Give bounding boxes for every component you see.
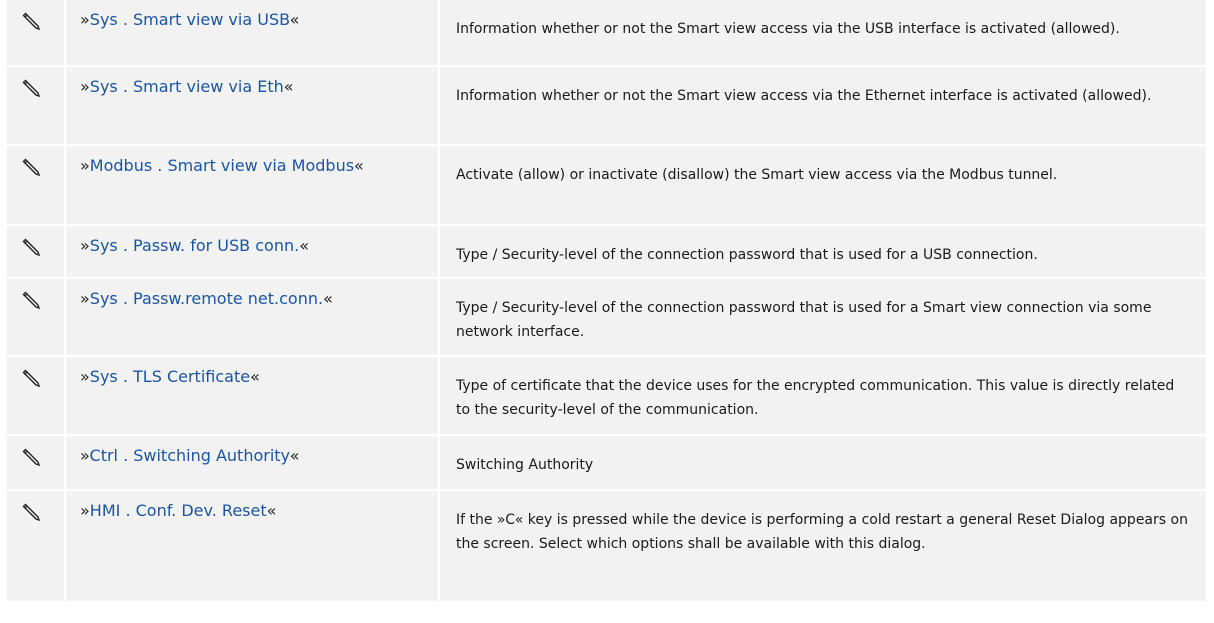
table-row: »Sys . Passw.remote net.conn.« Type / Se…: [7, 279, 1206, 357]
parameter-name: »Modbus . Smart view via Modbus«: [66, 146, 440, 226]
parameter-description: If the »C« key is pressed while the devi…: [440, 491, 1206, 601]
parameter-description: Activate (allow) or inactivate (disallow…: [440, 146, 1206, 226]
icon-cell: [7, 491, 66, 601]
pencil-icon: [22, 158, 41, 177]
parameter-name: »Sys . Passw.remote net.conn.«: [66, 279, 440, 357]
parameter-link[interactable]: Ctrl . Switching Authority: [90, 446, 290, 465]
icon-cell: [7, 357, 66, 436]
pencil-icon: [22, 79, 41, 98]
table-row: »Modbus . Smart view via Modbus« Activat…: [7, 146, 1206, 226]
parameter-name: »Sys . Passw. for USB conn.«: [66, 226, 440, 279]
parameter-link[interactable]: Sys . Smart view via USB: [90, 10, 290, 29]
parameter-link[interactable]: Sys . Passw. for USB conn.: [90, 236, 299, 255]
pencil-icon: [22, 238, 41, 257]
icon-cell: [7, 226, 66, 279]
table-row: »Sys . Smart view via Eth« Information w…: [7, 67, 1206, 146]
pencil-icon: [22, 291, 41, 310]
parameter-link[interactable]: Sys . Smart view via Eth: [90, 77, 284, 96]
parameter-description: Type / Security-level of the connection …: [440, 279, 1206, 357]
icon-cell: [7, 279, 66, 357]
icon-cell: [7, 146, 66, 226]
parameter-name: »Ctrl . Switching Authority«: [66, 436, 440, 491]
parameter-link[interactable]: Sys . TLS Certificate: [90, 367, 250, 386]
parameter-link[interactable]: Modbus . Smart view via Modbus: [90, 156, 354, 175]
table-row: »Sys . Smart view via USB« Information w…: [7, 0, 1206, 67]
icon-cell: [7, 67, 66, 146]
parameter-description: Switching Authority: [440, 436, 1206, 491]
parameter-description: Type of certificate that the device uses…: [440, 357, 1206, 436]
parameter-link[interactable]: HMI . Conf. Dev. Reset: [90, 501, 267, 520]
parameter-name: »Sys . Smart view via USB«: [66, 0, 440, 67]
parameter-description: Type / Security-level of the connection …: [440, 226, 1206, 279]
table-row: »Sys . TLS Certificate« Type of certific…: [7, 357, 1206, 436]
parameter-description: Information whether or not the Smart vie…: [440, 0, 1206, 67]
pencil-icon: [22, 369, 41, 388]
parameter-name: »Sys . Smart view via Eth«: [66, 67, 440, 146]
pencil-icon: [22, 12, 41, 31]
table-row: »HMI . Conf. Dev. Reset« If the »C« key …: [7, 491, 1206, 601]
icon-cell: [7, 436, 66, 491]
icon-cell: [7, 0, 66, 67]
table-row: »Sys . Passw. for USB conn.« Type / Secu…: [7, 226, 1206, 279]
parameter-name: »HMI . Conf. Dev. Reset«: [66, 491, 440, 601]
parameter-link[interactable]: Sys . Passw.remote net.conn.: [90, 289, 323, 308]
pencil-icon: [22, 448, 41, 467]
pencil-icon: [22, 503, 41, 522]
parameter-name: »Sys . TLS Certificate«: [66, 357, 440, 436]
parameter-description: Information whether or not the Smart vie…: [440, 67, 1206, 146]
table-row: »Ctrl . Switching Authority« Switching A…: [7, 436, 1206, 491]
parameter-table: »Sys . Smart view via USB« Information w…: [7, 0, 1206, 601]
